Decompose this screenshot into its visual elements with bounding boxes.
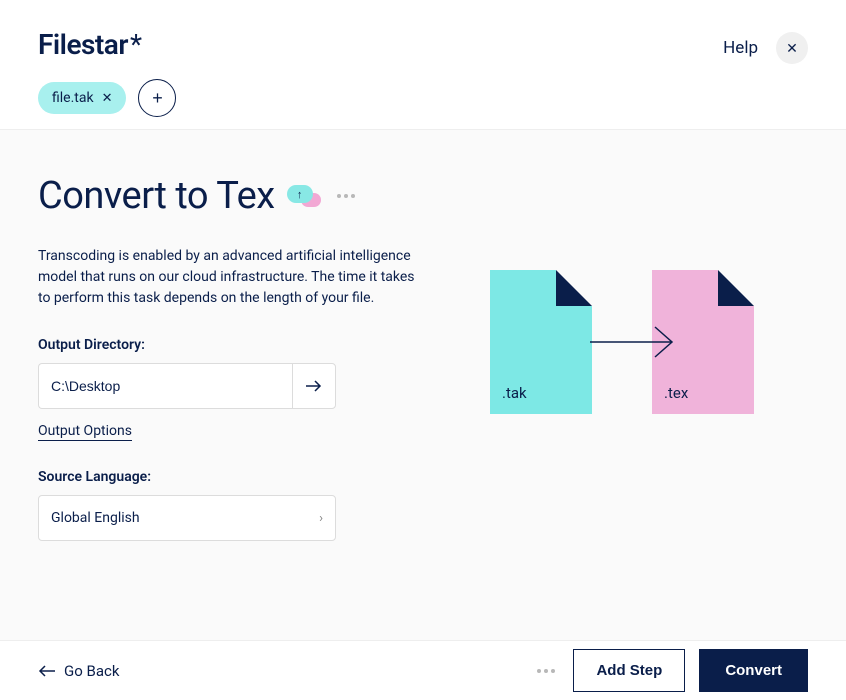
convert-button[interactable]: Convert — [699, 649, 808, 692]
output-directory-browse-button[interactable] — [292, 363, 336, 409]
page-description: Transcoding is enabled by an advanced ar… — [38, 246, 418, 309]
help-link[interactable]: Help — [723, 38, 758, 58]
source-language-select[interactable]: Global English › — [38, 495, 336, 541]
page-title: Convert to Tex — [38, 174, 275, 218]
footer-more-icon[interactable] — [533, 665, 559, 677]
source-language-value: Global English — [51, 510, 140, 526]
remove-file-icon[interactable]: ✕ — [102, 91, 113, 106]
app-logo: Filestar* — [38, 28, 176, 61]
add-file-button[interactable]: + — [138, 79, 176, 117]
more-options-icon[interactable] — [333, 190, 359, 202]
cloud-upload-icon: ↑ — [287, 185, 321, 207]
plus-icon: + — [152, 88, 163, 109]
logo-star-icon: * — [130, 28, 142, 61]
close-button[interactable]: ✕ — [776, 32, 808, 64]
close-icon: ✕ — [786, 40, 798, 57]
arrow-right-icon — [305, 379, 323, 393]
conversion-diagram: .tak .tex — [490, 270, 754, 414]
arrow-left-icon — [38, 665, 56, 677]
chevron-right-icon: › — [319, 511, 323, 526]
source-file-ext: .tak — [502, 384, 527, 402]
file-chip[interactable]: file.tak ✕ — [38, 82, 126, 114]
go-back-button[interactable]: Go Back — [38, 662, 119, 680]
conversion-arrow-icon — [590, 322, 680, 362]
go-back-label: Go Back — [64, 662, 119, 680]
source-file-icon: .tak — [490, 270, 592, 414]
file-chip-label: file.tak — [52, 90, 94, 106]
target-file-ext: .tex — [664, 384, 688, 402]
source-language-label: Source Language: — [38, 469, 808, 485]
output-options-link[interactable]: Output Options — [38, 423, 132, 441]
add-step-button[interactable]: Add Step — [573, 649, 685, 692]
output-directory-input[interactable] — [38, 363, 292, 409]
